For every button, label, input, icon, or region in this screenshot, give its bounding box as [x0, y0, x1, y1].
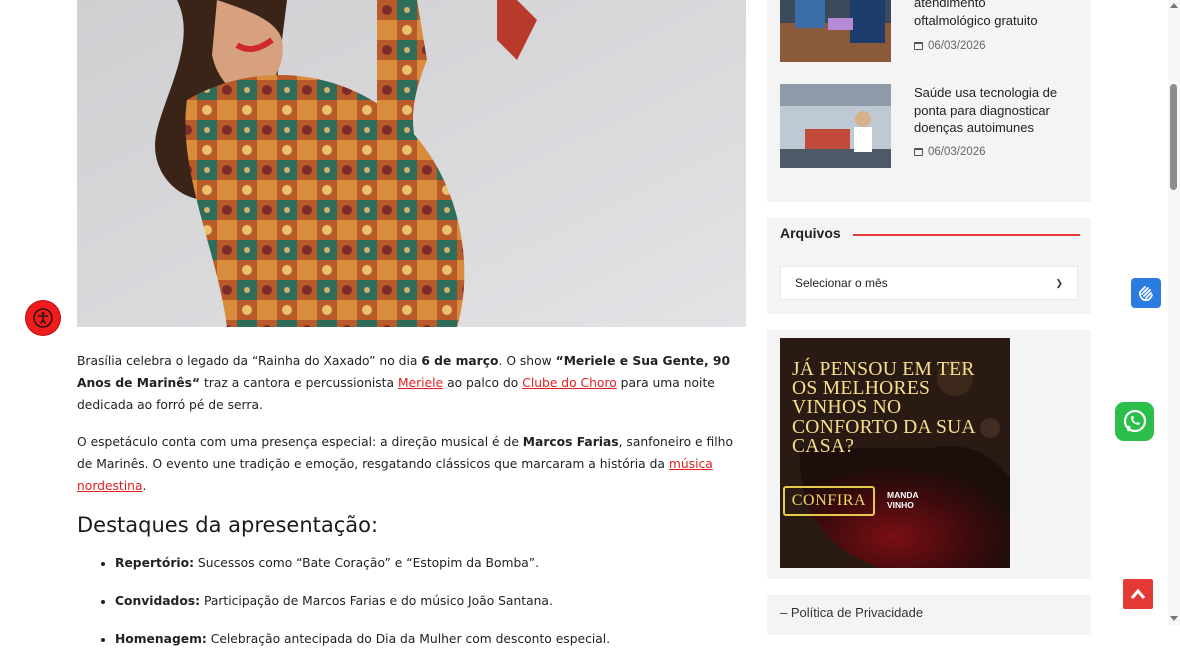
list-item-label: Repertório:: [115, 556, 194, 570]
footer-links-widget: – Política de Privacidade: [767, 595, 1091, 635]
recent-post-item[interactable]: Saúde usa tecnologia de ponta para diagn…: [780, 84, 1080, 174]
article-paragraph-2: O espetáculo conta com uma presença espe…: [77, 431, 746, 497]
privacy-policy-link[interactable]: – Política de Privacidade: [780, 605, 923, 620]
ad-widget: JÁ PENSOU EM TER OS MELHORES VINHOS NO C…: [767, 330, 1091, 579]
post-title[interactable]: atendimento oftalmológico gratuito: [914, 0, 1064, 29]
list-item-text: Celebração antecipada do Dia da Mulher c…: [206, 632, 611, 646]
list-item: Repertório: Sucessos como “Bate Coração”…: [115, 552, 746, 574]
archives-widget: Arquivos Selecionar o mês ❯: [767, 218, 1091, 314]
post-thumbnail[interactable]: [780, 84, 891, 168]
scroll-down-arrow[interactable]: [1170, 616, 1178, 621]
accessibility-icon: [33, 308, 53, 328]
scroll-to-top-button[interactable]: [1123, 579, 1153, 609]
link-clube-do-choro[interactable]: Clube do Choro: [522, 376, 617, 390]
chevron-down-icon: ❯: [1055, 277, 1063, 288]
paragraph-text: O espetáculo conta com uma presença espe…: [77, 435, 523, 449]
post-thumbnail[interactable]: [780, 0, 891, 62]
article-hero-image: [77, 0, 746, 327]
post-date: 06/03/2026: [914, 40, 986, 52]
ad-headline: JÁ PENSOU EM TER OS MELHORES VINHOS NO C…: [792, 359, 975, 457]
post-date: 06/03/2026: [914, 146, 986, 158]
bold-name: Marcos Farias: [522, 435, 619, 449]
whatsapp-icon: [1123, 409, 1146, 432]
list-item: Homenagem: Celebração antecipada do Dia …: [115, 628, 746, 650]
highlights-list: Repertório: Sucessos como “Bate Coração”…: [77, 552, 746, 650]
post-date-text: 06/03/2026: [928, 40, 986, 52]
ad-cta-button[interactable]: CONFIRA: [783, 486, 875, 516]
post-date-text: 06/03/2026: [928, 146, 986, 158]
sign-language-button[interactable]: [1131, 278, 1161, 308]
whatsapp-button[interactable]: [1115, 402, 1154, 441]
select-value: Selecionar o mês: [795, 276, 888, 290]
list-item-text: Participação de Marcos Farias e do músic…: [200, 594, 553, 608]
title-divider: [853, 234, 1080, 236]
widget-title: Arquivos: [780, 225, 841, 241]
paragraph-text: . O show: [498, 354, 556, 368]
page-scrollbar[interactable]: [1168, 0, 1180, 625]
arrow-up-icon: [1130, 588, 1146, 599]
article-body: Brasília celebra o legado da “Rainha do …: [77, 350, 746, 666]
link-meriele[interactable]: Meriele: [398, 376, 443, 390]
ad-brand-logo: MANDA VINHO: [887, 490, 919, 510]
calendar-icon: [914, 42, 923, 50]
paragraph-text: traz a cantora e percussionista: [200, 376, 398, 390]
scrollbar-thumb[interactable]: [1170, 84, 1177, 190]
wine-ad-banner[interactable]: JÁ PENSOU EM TER OS MELHORES VINHOS NO C…: [780, 338, 1010, 568]
paragraph-text: Brasília celebra o legado da “Rainha do …: [77, 354, 422, 368]
bold-date: 6 de março: [421, 354, 499, 368]
list-item-label: Homenagem:: [115, 632, 207, 646]
sign-language-icon: [1138, 286, 1153, 301]
paragraph-text: .: [142, 479, 147, 493]
archive-month-select[interactable]: Selecionar o mês ❯: [780, 266, 1078, 300]
calendar-icon: [914, 148, 923, 156]
post-title[interactable]: Saúde usa tecnologia de ponta para diagn…: [914, 84, 1064, 137]
recent-posts-widget: atendimento oftalmológico gratuito 06/03…: [767, 0, 1091, 202]
article-paragraph-1: Brasília celebra o legado da “Rainha do …: [77, 350, 746, 416]
list-item-label: Convidados:: [115, 594, 201, 608]
recent-post-item[interactable]: atendimento oftalmológico gratuito 06/03…: [780, 0, 1080, 68]
brand-line: VINHO: [887, 500, 914, 510]
list-item: Convidados: Participação de Marcos Faria…: [115, 590, 746, 612]
section-heading: Destaques da apresentação:: [77, 513, 379, 537]
accessibility-button[interactable]: [26, 301, 60, 335]
paragraph-text: ao palco do: [443, 376, 523, 390]
scroll-up-arrow[interactable]: [1170, 3, 1178, 8]
brand-line: MANDA: [887, 490, 919, 500]
list-item-text: Sucessos como “Bate Coração” e “Estopim …: [194, 556, 540, 570]
